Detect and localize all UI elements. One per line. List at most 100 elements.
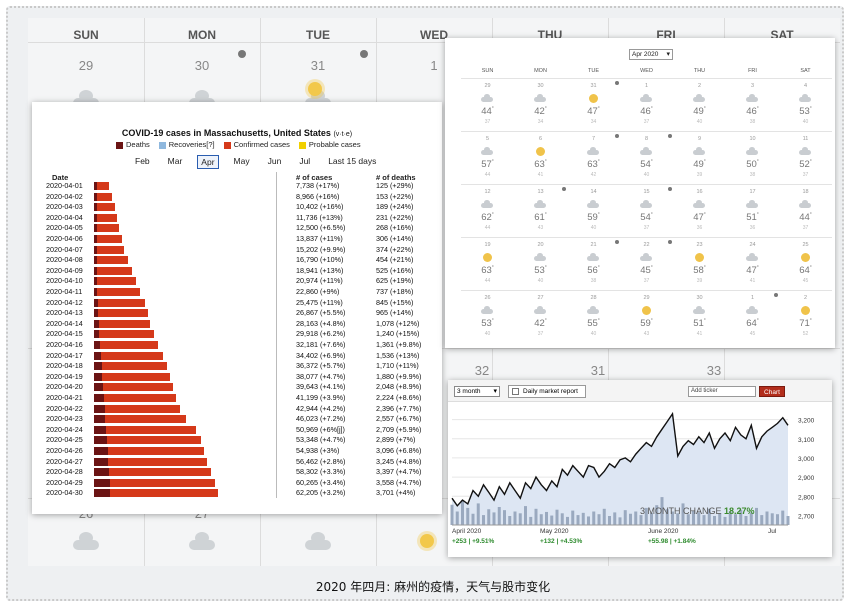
weather-day-cell[interactable]: 3 46° 38 [726, 78, 779, 128]
weather-day-cell[interactable]: 2 49° 40 [673, 78, 726, 128]
table-row: 2020-04-26 54,938 (+3%) 3,096 (+6.8%) [32, 446, 442, 455]
month-tab-may[interactable]: May [231, 155, 253, 169]
row-cases: 56,462 (+2.8%) [296, 456, 346, 466]
confirmed-bar [103, 383, 174, 392]
weather-day-cell[interactable]: 22 45° 37 [620, 237, 673, 287]
weather-day-number: 7 [591, 136, 596, 142]
weather-day-cell[interactable]: 7 63° 42 [567, 131, 620, 181]
table-row: 2020-04-22 42,944 (+4.2%) 2,396 (+7.7%) [32, 404, 442, 413]
weather-day-cell[interactable]: 17 51° 36 [726, 184, 779, 234]
weather-day-cell[interactable]: 19 63° 44 [461, 237, 514, 287]
weather-day-number: 29 [643, 295, 650, 301]
volume-bar [597, 514, 601, 525]
weather-day-cell[interactable]: 14 59° 40 [567, 184, 620, 234]
month-tab-apr[interactable]: Apr [197, 155, 219, 169]
weather-high: 44° [799, 212, 812, 224]
table-row: 2020-04-14 28,163 (+4.8%) 1,078 (+12%) [32, 319, 442, 328]
table-row: 2020-04-17 34,402 (+6.9%) 1,536 (+13%) [32, 351, 442, 360]
covid-title: COVID-19 cases in Massachusetts, United … [32, 128, 442, 138]
weather-day-cell[interactable]: 10 50° 38 [726, 131, 779, 181]
y-tick-label: 3,200 [798, 418, 815, 425]
weather-day-cell[interactable]: 12 62° 44 [461, 184, 514, 234]
volume-bar [487, 509, 491, 525]
confirmed-bar [103, 394, 177, 402]
row-deaths: 1,361 (+9.8%) [376, 340, 422, 349]
weather-day-cell[interactable]: 5 57° 44 [461, 131, 514, 181]
cloud-icon [587, 200, 599, 208]
weather-day-cell[interactable]: 23 58° 39 [673, 237, 726, 287]
cloud-icon [481, 147, 493, 155]
weather-day-cell[interactable]: 20 53° 40 [514, 237, 567, 287]
weather-high: 44° [481, 106, 494, 118]
month-tab-jul[interactable]: Jul [296, 155, 313, 169]
weather-day-cell[interactable]: 28 55° 40 [567, 290, 620, 340]
weather-high: 64° [799, 265, 812, 277]
weather-day-cell[interactable]: 21 56° 38 [567, 237, 620, 287]
weather-day-cell[interactable]: 31 47° 34 [567, 78, 620, 128]
table-row: 2020-04-30 62,205 (+3.2%) 3,701 (+4%) [32, 488, 442, 498]
weather-day-cell[interactable]: 8 54° 40 [620, 131, 673, 181]
weather-day-cell[interactable]: 25 64° 45 [779, 237, 832, 287]
weather-day-cell[interactable]: 9 49° 39 [673, 131, 726, 181]
bg-day-number: 31 [310, 58, 326, 73]
moon-icon [615, 134, 619, 138]
weather-low: 42 [590, 172, 597, 178]
weather-day-cell[interactable]: 11 52° 37 [779, 131, 832, 181]
weather-day-cell[interactable]: 30 51° 41 [673, 290, 726, 340]
weather-day-cell[interactable]: 16 47° 36 [673, 184, 726, 234]
weather-high: 61° [534, 212, 547, 224]
weather-day-cell[interactable]: 15 54° 37 [620, 184, 673, 234]
weather-day-cell[interactable]: 13 61° 43 [514, 184, 567, 234]
volume-bar [702, 515, 706, 525]
weather-day-cell[interactable]: 27 42° 37 [514, 290, 567, 340]
volume-bar [534, 508, 538, 525]
volume-bar [618, 517, 622, 525]
row-cases: 25,475 (+11%) [296, 297, 343, 307]
weather-day-cell[interactable]: 4 53° 40 [779, 78, 832, 128]
bg-day-number: 31 [590, 363, 606, 378]
weather-day-number: 8 [644, 136, 649, 142]
row-cases: 32,181 (+7.6%) [296, 340, 346, 349]
row-deaths: 2,048 (+8.9%) [376, 382, 422, 392]
month-tab-last-15-days[interactable]: Last 15 days [325, 155, 379, 169]
legend-label: Probable cases [308, 140, 361, 149]
row-deaths: 1,880 (+9.9%) [376, 371, 422, 381]
row-deaths: 1,536 (+13%) [376, 350, 420, 360]
moon-icon [562, 187, 566, 191]
covid-title-links[interactable]: (v·t·e) [333, 131, 352, 138]
confirmed-bar [97, 213, 118, 222]
weather-day-cell[interactable]: 24 47° 41 [726, 237, 779, 287]
weather-day-cell[interactable]: 29 44° 37 [461, 78, 514, 128]
confirmed-bar [108, 457, 207, 466]
row-deaths: 2,557 (+6.7%) [376, 414, 422, 424]
volume-bar [529, 516, 533, 525]
legend-label: Confirmed cases [233, 140, 290, 149]
weather-day-cell[interactable]: 26 53° 40 [461, 290, 514, 340]
weather-day-cell[interactable]: 1 46° 37 [620, 78, 673, 128]
volume-bar [466, 507, 470, 525]
month-tab-feb[interactable]: Feb [132, 155, 153, 169]
weather-day-cell[interactable]: 18 44° 37 [779, 184, 832, 234]
row-deaths: 1,078 (+12%) [376, 318, 420, 328]
volume-bar [550, 515, 554, 525]
change-label: 3 MONTH CHANGE [640, 506, 722, 516]
weather-low: 41 [537, 172, 544, 178]
sun-icon [420, 534, 434, 548]
bg-day-number: 30 [194, 58, 210, 73]
weather-day-cell[interactable]: 29 59° 43 [620, 290, 673, 340]
weather-day-number: 1 [644, 83, 649, 89]
row-deaths: 525 (+16%) [376, 265, 414, 275]
cloud-icon [746, 200, 758, 208]
weather-high: 42° [534, 106, 547, 118]
sun-icon [589, 94, 598, 103]
weather-day-cell[interactable]: 6 63° 41 [514, 131, 567, 181]
month-select[interactable]: Apr 2020 [629, 49, 673, 60]
volume-bar [602, 508, 606, 525]
weather-day-cell[interactable]: 2 71° 52 [779, 290, 832, 340]
weather-day-cell[interactable]: 30 42° 34 [514, 78, 567, 128]
volume-bar [576, 515, 580, 525]
month-tab-mar[interactable]: Mar [165, 155, 186, 169]
moon-icon [615, 81, 619, 85]
month-tab-jun[interactable]: Jun [265, 155, 285, 169]
weather-day-cell[interactable]: 1 64° 45 [726, 290, 779, 340]
